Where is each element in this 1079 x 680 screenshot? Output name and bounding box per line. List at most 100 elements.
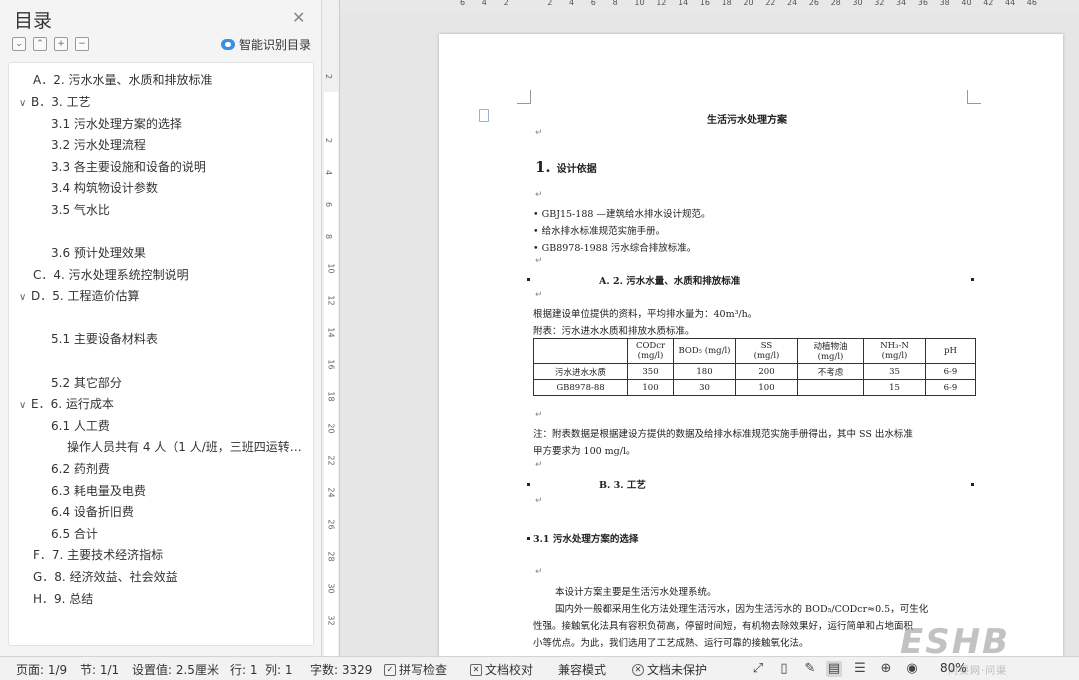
ruler-tick: 18 xyxy=(721,0,732,7)
toc-item[interactable]: G．8. 经济效益、社会效益 xyxy=(33,568,178,585)
document-title: 生活污水处理方案 xyxy=(707,115,787,126)
remove-level-icon[interactable]: − xyxy=(75,37,89,51)
ruler-tick: 2 xyxy=(324,137,334,144)
toc-item[interactable]: 6.1 人工费 xyxy=(51,417,110,434)
toc-item[interactable]: F．7. 主要技术经济指标 xyxy=(33,546,163,563)
compat-mode[interactable]: 兼容模式 xyxy=(558,661,606,678)
toc-item[interactable]: 6.2 药剂费 xyxy=(51,460,110,477)
chevron-down-icon[interactable]: ∨ xyxy=(19,292,31,303)
toc-item[interactable]: 6.4 设备折旧费 xyxy=(51,503,134,520)
note-line-1: 注：附表数据是根据建设方提供的数据及给排水标准规范实施手册得出，其中 SS 出水… xyxy=(533,429,913,440)
toc-item[interactable]: 3.6 预计处理效果 xyxy=(51,244,146,261)
toc-item[interactable]: 3.3 各主要设施和设备的说明 xyxy=(51,158,206,175)
table-header-cell xyxy=(533,338,628,364)
spell-check-button[interactable]: ✓ 拼写检查 xyxy=(384,661,447,678)
body-line-2: 国内外一般都采用生化方法处理生活污水，因为生活污水的 BOD₅/CODcr≈0.… xyxy=(555,604,929,615)
protect-icon: ✕ xyxy=(632,663,644,676)
table-cell: 15 xyxy=(863,379,926,396)
table-header-cell: pH xyxy=(925,338,976,364)
ruler-tick: 30 xyxy=(326,583,336,594)
col-indicator: 列: 1 xyxy=(265,663,293,677)
document-page[interactable]: 生活污水处理方案 ↵ 1. 设计依据 ↵ • GBJ15-188 —建筑给水排水设… xyxy=(439,34,1063,656)
table-row: 污水进水水质 350 180 200 不考虑 35 6-9 xyxy=(533,363,976,380)
table-cell: 100 xyxy=(627,379,674,396)
ruler-tick: 22 xyxy=(326,455,336,466)
setting-indicator[interactable]: 设置值: 2.5厘米 xyxy=(132,661,219,678)
table-cell: 6-9 xyxy=(925,363,976,380)
horizontal-ruler[interactable]: 6 4 2 2 4 6 8 10 12 14 16 18 20 22 24 26 28 30 32 34 36 38 40 4… xyxy=(340,0,1079,12)
toc-item[interactable]: 6.3 耗电量及电费 xyxy=(51,482,146,499)
ruler-tick: 20 xyxy=(743,0,754,7)
toc-item[interactable]: 操作人员共有 4 人（1 人/班，三班四运转，工资 1500元... xyxy=(67,438,307,455)
ruler-tick: 6 xyxy=(460,0,466,7)
ruler-tick: 36 xyxy=(917,0,928,7)
close-icon[interactable]: ✕ xyxy=(292,8,305,27)
web-view-icon[interactable]: ⊕ xyxy=(878,661,894,677)
toc-item[interactable]: 5.1 主要设备材料表 xyxy=(51,330,158,347)
table-row: GB8978-88 100 30 100 15 6-9 xyxy=(533,379,976,396)
toc-item[interactable]: 6.5 合计 xyxy=(51,525,98,542)
ruler-tick: 16 xyxy=(699,0,710,7)
ruler-tick: 22 xyxy=(765,0,776,7)
row-indicator: 行: 1 xyxy=(230,663,258,677)
ruler-tick: 32 xyxy=(874,0,885,7)
table-cell: 200 xyxy=(735,363,798,380)
fullscreen-icon[interactable]: ⤢ xyxy=(750,661,766,677)
proofread-button[interactable]: ✕ 文档校对 xyxy=(470,661,533,678)
toc-item[interactable]: ∨ B．3. 工艺 xyxy=(19,93,91,110)
table-cell: 污水进水水质 xyxy=(533,363,628,380)
ruler-tick: 46 xyxy=(1026,0,1037,7)
table-cell: 350 xyxy=(627,363,674,380)
vertical-ruler[interactable]: 2 2 4 6 8 10 12 14 16 18 20 22 24 26 28 30 32 xyxy=(322,0,340,656)
page-view-icon[interactable]: ▤ xyxy=(826,661,842,677)
table-header-cell: BOD₅ (mg/l) xyxy=(673,338,736,364)
heading-1: 1. 设计依据 xyxy=(535,158,597,176)
doc-protect-button[interactable]: ✕ 文档未保护 xyxy=(632,661,707,678)
chevron-down-icon[interactable]: ∨ xyxy=(19,98,31,109)
edit-icon[interactable]: ✎ xyxy=(802,661,818,677)
bullet-3: • GB8978-1988 污水综合排放标准。 xyxy=(533,243,697,254)
ruler-tick: 14 xyxy=(326,327,336,338)
table-header-cell: NH₃-N (mg/l) xyxy=(863,338,926,364)
collapse-all-icon[interactable]: ⌃ xyxy=(33,37,47,51)
table-cell: 不考虑 xyxy=(797,363,864,380)
toc-item[interactable]: 5.2 其它部分 xyxy=(51,374,122,391)
document-icon[interactable] xyxy=(479,109,489,122)
toc-item[interactable]: 3.2 污水处理流程 xyxy=(51,136,146,153)
toc-list: A．2. 污水水量、水质和排放标准 ∨ B．3. 工艺 3.1 污水处理方案的选择 3.… xyxy=(8,62,314,646)
reading-mode-icon[interactable]: ▯ xyxy=(776,661,792,677)
expand-all-icon[interactable]: ⌄ xyxy=(12,37,26,51)
smart-toc-button[interactable]: 智能识别目录 xyxy=(221,36,311,53)
ruler-tick: 2 xyxy=(503,0,509,7)
toc-item[interactable]: ∨ D．5. 工程造价估算 xyxy=(19,287,140,304)
toc-item[interactable]: A．2. 污水水量、水质和排放标准 xyxy=(33,71,212,88)
bullet-1: • GBJ15-188 —建筑给水排水设计规范。 xyxy=(533,209,711,220)
word-count[interactable]: 字数: 3329 xyxy=(310,661,372,678)
table-cell: 6-9 xyxy=(925,379,976,396)
toc-item[interactable]: 3.5 气水比 xyxy=(51,201,110,218)
ruler-tick: 26 xyxy=(326,519,336,530)
table-cell: 180 xyxy=(673,363,736,380)
page-indicator[interactable]: 页面: 1/9 xyxy=(16,661,67,678)
spellcheck-icon: ✓ xyxy=(384,663,396,676)
table-cell: GB8978-88 xyxy=(533,379,628,396)
ruler-tick: 12 xyxy=(326,295,336,306)
toc-sidebar: 目录 ✕ ⌄ ⌃ + − 智能识别目录 A．2. 污水水量、水质和排放标准 ∨ B．… xyxy=(0,0,322,656)
ruler-tick: 14 xyxy=(678,0,689,7)
toc-item[interactable]: ∨ E．6. 运行成本 xyxy=(19,395,114,412)
ruler-tick: 2 xyxy=(324,73,334,80)
chevron-down-icon[interactable]: ∨ xyxy=(19,400,31,411)
outline-view-icon[interactable]: ☰ xyxy=(852,661,868,677)
ruler-tick: 10 xyxy=(326,263,336,274)
toc-item[interactable]: C．4. 污水处理系统控制说明 xyxy=(33,266,189,283)
bullet-2: • 给水排水标准规范实施手册。 xyxy=(533,226,666,237)
ruler-tick: 24 xyxy=(787,0,798,7)
section-indicator[interactable]: 节: 1/1 xyxy=(80,661,119,678)
add-level-icon[interactable]: + xyxy=(54,37,68,51)
toc-item[interactable]: 3.4 构筑物设计参数 xyxy=(51,179,158,196)
toc-item[interactable]: 3.1 污水处理方案的选择 xyxy=(51,115,182,132)
sidebar-title: 目录 xyxy=(14,10,53,32)
toc-toolbar: ⌄ ⌃ + − xyxy=(12,37,89,51)
watermark-logo: ESHB 问渠网·问渠 xyxy=(900,622,1011,677)
toc-item[interactable]: H．9. 总结 xyxy=(33,590,93,607)
